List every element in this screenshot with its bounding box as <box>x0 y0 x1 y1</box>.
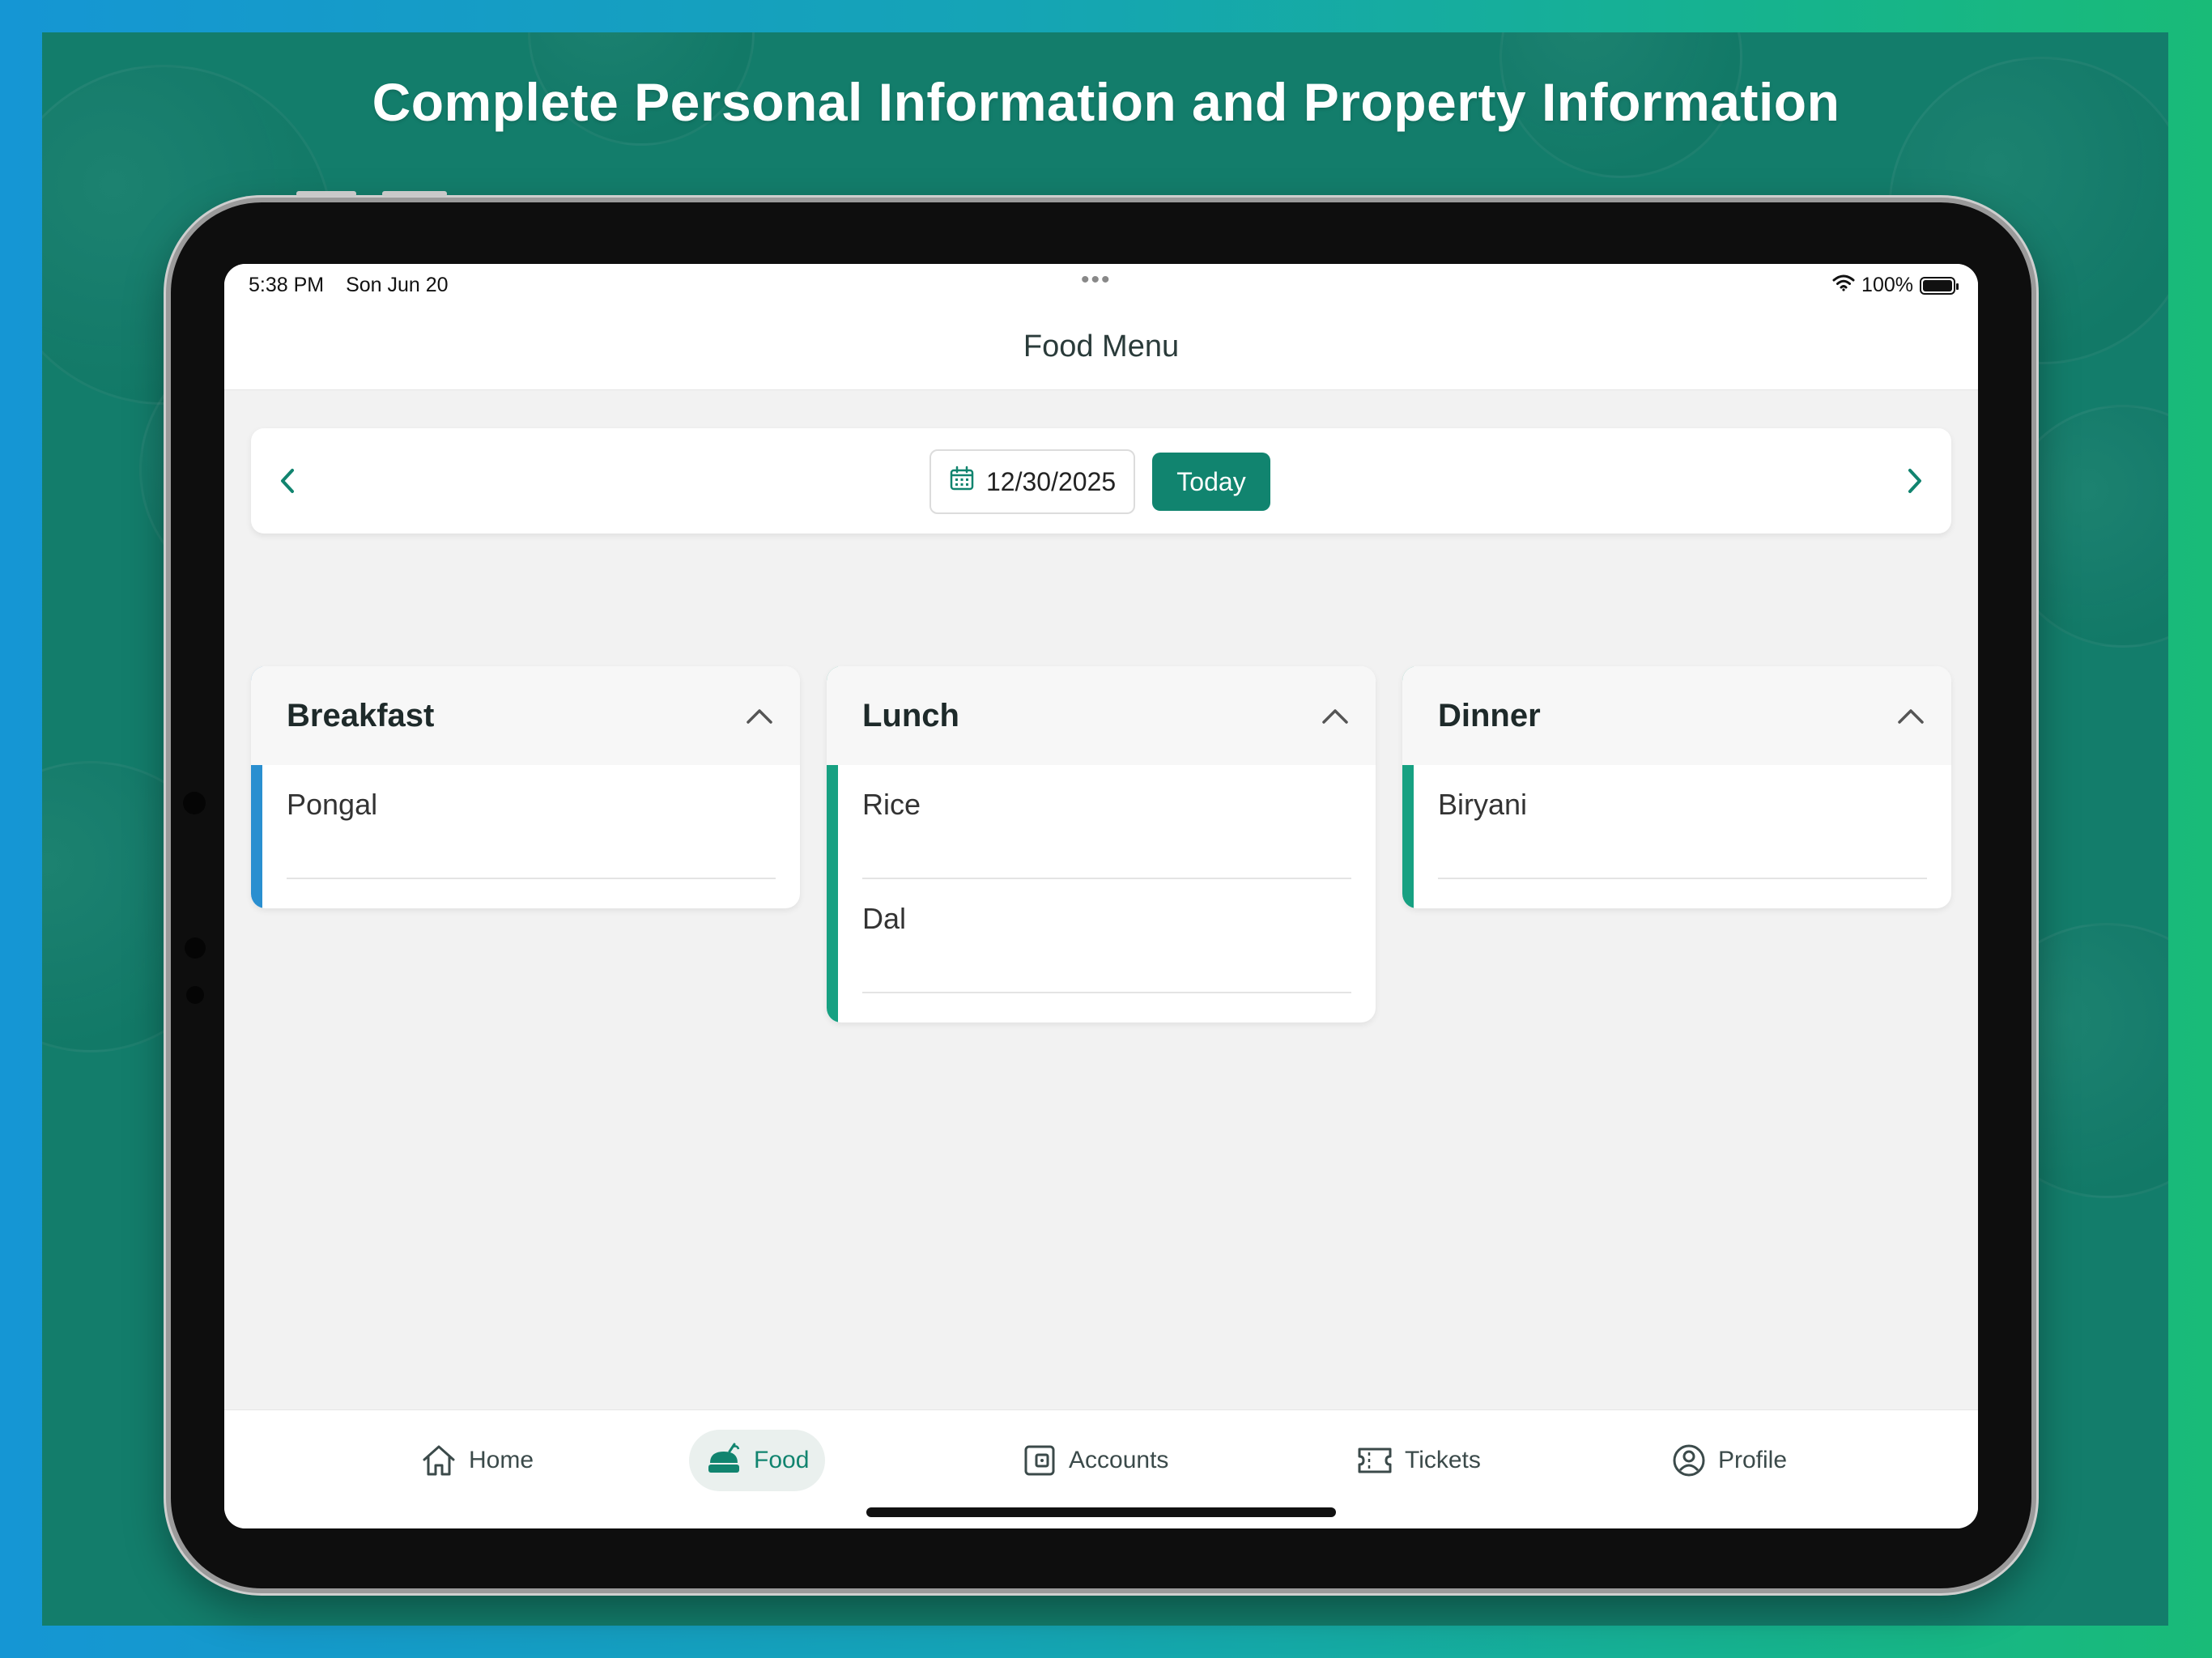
meal-item: Pongal <box>287 765 776 879</box>
chevron-up-icon[interactable] <box>1895 700 1927 733</box>
camera-dot <box>185 937 206 959</box>
meal-header-breakfast[interactable]: Breakfast <box>251 666 800 765</box>
meal-item: Dal <box>862 879 1351 993</box>
tab-bar: Home Food Accounts Tickets Profile <box>224 1409 1978 1528</box>
app-screen: 5:38 PM Son Jun 20 ••• 100% Food Menu 12… <box>224 264 1978 1528</box>
meal-card-breakfast: Breakfast Pongal <box>251 666 800 908</box>
date-field[interactable]: 12/30/2025 <box>929 449 1135 514</box>
date-navigation-bar: 12/30/2025 Today <box>251 428 1951 534</box>
chevron-up-icon[interactable] <box>1319 700 1351 733</box>
meal-title: Dinner <box>1438 698 1541 733</box>
tab-accounts[interactable]: Accounts <box>1006 1430 1185 1491</box>
tab-label: Tickets <box>1405 1447 1481 1473</box>
chevron-right-icon <box>1908 469 1921 493</box>
meal-item-label: Dal <box>862 902 907 935</box>
meal-card-lunch: Lunch Rice Dal <box>827 666 1376 1022</box>
next-day-button[interactable] <box>1895 461 1935 501</box>
tickets-icon <box>1358 1448 1392 1473</box>
tab-food[interactable]: Food <box>689 1430 826 1491</box>
status-date: Son Jun 20 <box>346 274 449 296</box>
banner-title: Complete Personal Information and Proper… <box>372 72 1840 132</box>
meal-header-dinner[interactable]: Dinner <box>1402 666 1951 765</box>
meal-title: Lunch <box>862 698 959 733</box>
food-icon <box>708 1443 740 1473</box>
nav-header: Food Menu <box>224 306 1978 390</box>
home-indicator[interactable] <box>866 1507 1336 1517</box>
meal-item: Biryani <box>1438 765 1927 879</box>
meal-item-label: Biryani <box>1438 788 1528 821</box>
profile-icon <box>1673 1444 1705 1477</box>
previous-day-button[interactable] <box>267 461 308 501</box>
tab-profile[interactable]: Profile <box>1655 1430 1803 1491</box>
home-icon <box>423 1445 455 1476</box>
meal-header-lunch[interactable]: Lunch <box>827 666 1376 765</box>
chevron-up-icon[interactable] <box>743 700 776 733</box>
chevron-left-icon <box>281 469 294 493</box>
status-bar: 5:38 PM Son Jun 20 ••• 100% <box>224 264 1978 306</box>
meal-title: Breakfast <box>287 698 435 733</box>
battery-icon <box>1920 276 1959 295</box>
tab-label: Profile <box>1718 1447 1788 1473</box>
camera-dot <box>183 792 206 814</box>
camera-dot <box>186 986 204 1004</box>
page-title: Food Menu <box>1023 329 1180 363</box>
meal-card-dinner: Dinner Biryani <box>1402 666 1951 908</box>
calendar-icon <box>949 466 975 498</box>
tab-home[interactable]: Home <box>404 1430 550 1491</box>
meal-item-label: Pongal <box>287 788 378 821</box>
tab-label: Home <box>469 1447 534 1473</box>
date-value: 12/30/2025 <box>986 466 1117 496</box>
accounts-icon <box>1024 1445 1055 1476</box>
meal-item: Rice <box>862 765 1351 879</box>
battery-percent: 100% <box>1861 274 1913 296</box>
wifi-icon <box>1832 274 1855 297</box>
tab-tickets[interactable]: Tickets <box>1340 1430 1497 1491</box>
meal-item-label: Rice <box>862 788 921 821</box>
tab-label: Food <box>754 1447 810 1473</box>
tab-label: Accounts <box>1069 1447 1169 1473</box>
device-power-button <box>382 191 447 197</box>
device-volume-button <box>296 191 356 197</box>
today-button[interactable]: Today <box>1152 453 1270 511</box>
status-time: 5:38 PM <box>249 274 325 296</box>
multitasking-dots[interactable]: ••• <box>1081 268 1112 292</box>
